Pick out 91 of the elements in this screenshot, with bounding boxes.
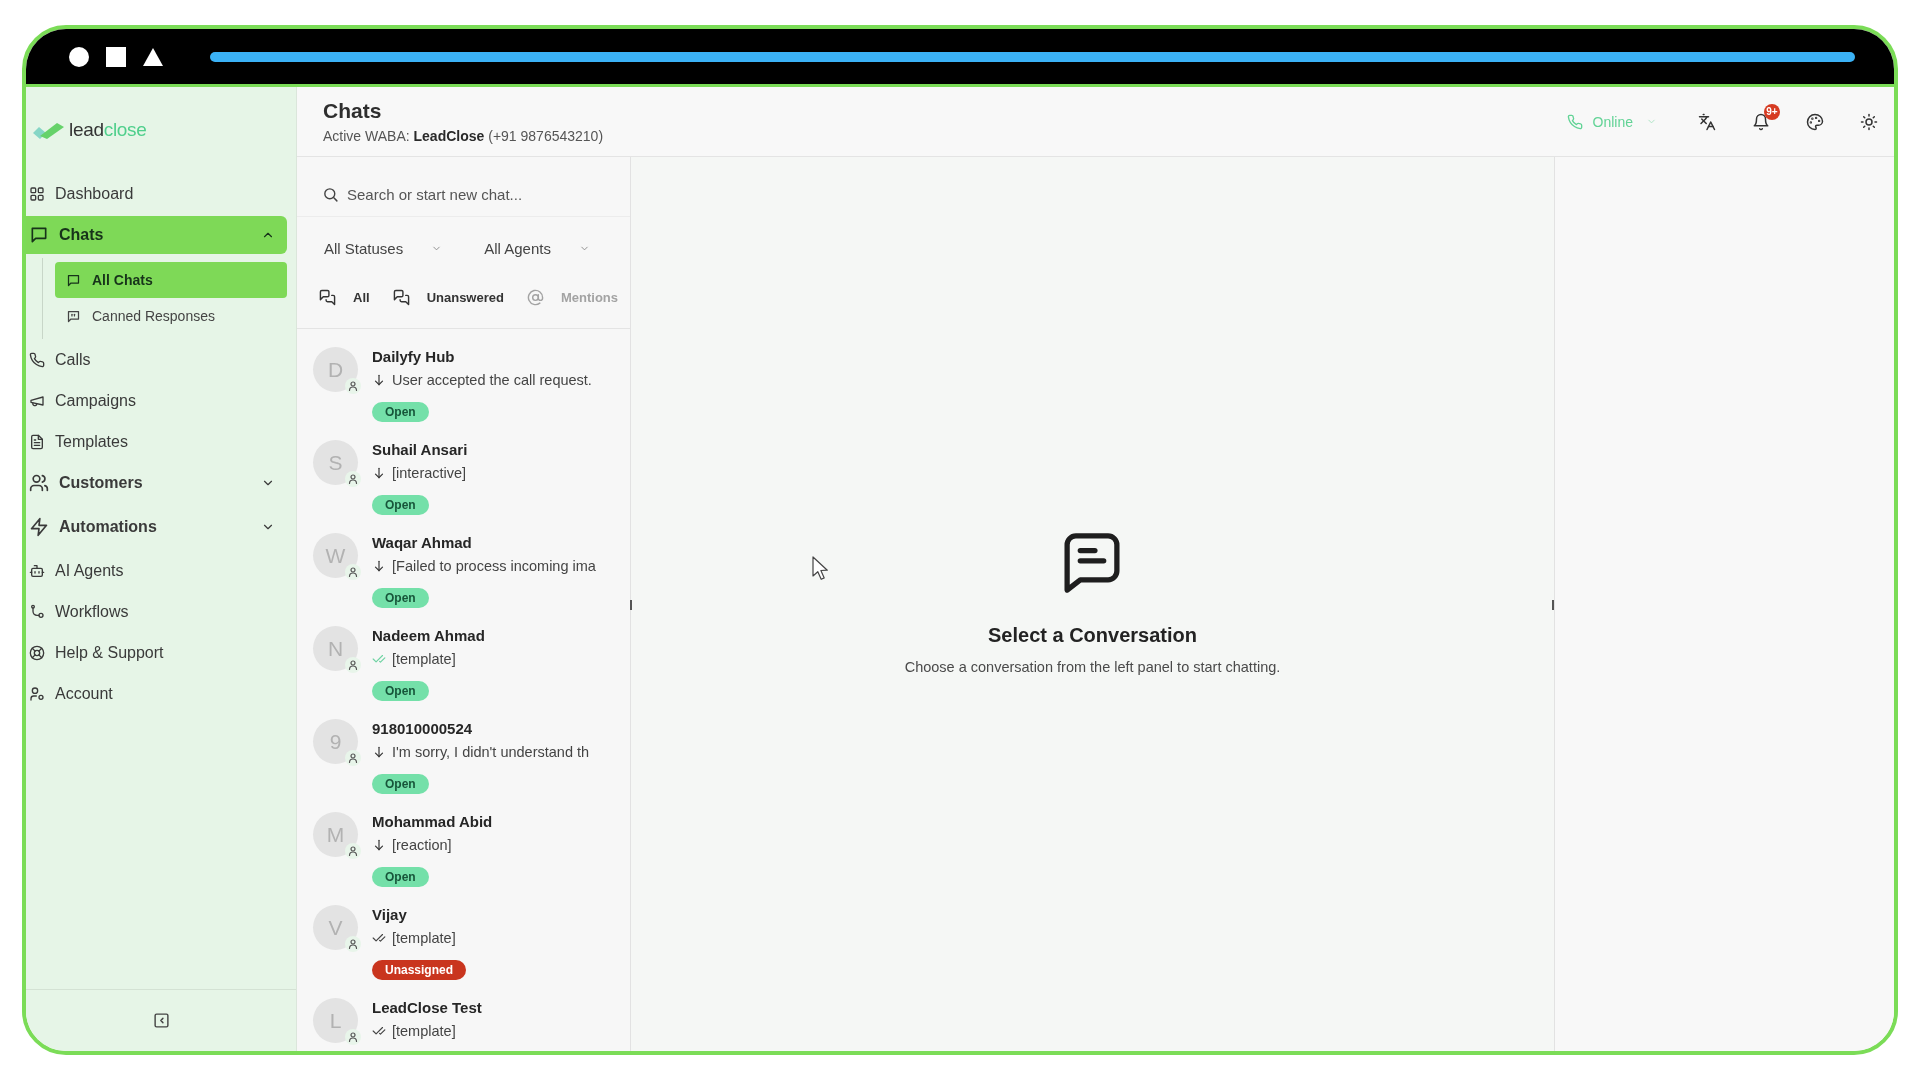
double-check-icon bbox=[372, 652, 386, 666]
nav-item[interactable]: Chats bbox=[26, 216, 287, 254]
chat-icon bbox=[1062, 532, 1123, 593]
contact-name: LeadClose Test bbox=[372, 998, 482, 1018]
message-preview: [reaction] bbox=[392, 836, 452, 855]
translate-icon[interactable] bbox=[1698, 112, 1716, 131]
grid-icon bbox=[29, 185, 45, 202]
filter-dropdown[interactable]: All Statuses bbox=[324, 239, 443, 257]
status-badge: Open bbox=[372, 867, 429, 887]
filter-tab[interactable]: Unanswered bbox=[392, 288, 504, 306]
message-preview: [Failed to process incoming ima bbox=[392, 557, 596, 576]
status-badge: Open bbox=[372, 402, 429, 422]
person-icon bbox=[345, 936, 361, 952]
robot-icon bbox=[29, 562, 45, 579]
phone-icon bbox=[29, 351, 45, 368]
message-preview: [interactive] bbox=[392, 464, 467, 483]
sun-icon[interactable] bbox=[1860, 112, 1878, 131]
arrow-down-icon bbox=[372, 373, 386, 387]
nav-subitem[interactable]: Canned Responses bbox=[55, 298, 287, 334]
resize-handle[interactable] bbox=[630, 600, 632, 610]
person-icon bbox=[345, 378, 361, 394]
nav-item[interactable]: Templates bbox=[26, 421, 287, 462]
contact-name: Dailyfy Hub bbox=[372, 347, 456, 367]
search-icon bbox=[322, 186, 339, 203]
contact-name: 918010000524 bbox=[372, 719, 474, 739]
empty-state-text: Choose a conversation from the left panel to start chatting. bbox=[904, 657, 1281, 676]
page-title: Chats bbox=[323, 97, 383, 124]
chat-icon bbox=[29, 225, 49, 245]
status-badge: Open bbox=[372, 495, 429, 515]
quote-bubble-icon bbox=[66, 308, 81, 324]
circle-icon bbox=[69, 46, 89, 67]
arrow-down-icon bbox=[372, 559, 386, 573]
nav-item[interactable]: Account bbox=[26, 673, 287, 714]
status-badge: Open bbox=[372, 681, 429, 701]
filter-tab[interactable]: All bbox=[319, 288, 370, 306]
nav-item[interactable]: Calls bbox=[26, 339, 287, 380]
double-check-icon bbox=[372, 931, 386, 945]
status-badge: Open bbox=[372, 588, 429, 608]
message-preview: I'm sorry, I didn't understand th bbox=[392, 743, 590, 762]
user-gear-icon bbox=[29, 685, 45, 702]
notification-badge: 9+ bbox=[1764, 103, 1780, 120]
nav-item[interactable]: Automations bbox=[26, 508, 287, 546]
collapse-icon[interactable] bbox=[152, 1012, 170, 1029]
person-icon bbox=[345, 471, 361, 487]
contact-name: Nadeem Ahmad bbox=[372, 626, 485, 646]
person-icon bbox=[345, 750, 361, 766]
logo-text: leadclose bbox=[69, 119, 147, 141]
status-badge: Open bbox=[372, 774, 429, 794]
contact-name: Mohammad Abid bbox=[372, 812, 493, 832]
empty-state-title: Select a Conversation bbox=[988, 623, 1197, 646]
arrow-down-icon bbox=[372, 466, 386, 480]
contact-name: Vijay bbox=[372, 905, 408, 925]
triangle-icon bbox=[143, 47, 163, 66]
resize-handle[interactable] bbox=[1552, 600, 1554, 610]
arrow-down-icon bbox=[372, 745, 386, 759]
workflow-icon bbox=[29, 603, 45, 620]
document-icon bbox=[29, 433, 45, 450]
at-sign-icon bbox=[526, 288, 544, 306]
nav-item[interactable]: Help & Support bbox=[26, 632, 287, 673]
person-icon bbox=[345, 1029, 361, 1045]
search-field[interactable]: Search or start new chat... bbox=[347, 180, 614, 209]
lightning-icon bbox=[29, 517, 49, 537]
person-icon bbox=[345, 843, 361, 859]
person-icon bbox=[345, 564, 361, 580]
cursor-icon bbox=[812, 556, 828, 581]
status-badge: Unassigned bbox=[372, 960, 466, 980]
contact-name: Waqar Ahmad bbox=[372, 533, 473, 553]
message-preview: User accepted the call request. bbox=[392, 371, 592, 390]
filter-dropdown[interactable]: All Agents bbox=[484, 239, 590, 257]
users-icon bbox=[29, 473, 49, 493]
contact-name: Suhail Ansari bbox=[372, 440, 468, 460]
waba-info: Active WABA: LeadClose (+91 9876543210) bbox=[323, 126, 604, 146]
chat-bubbles-icon bbox=[392, 288, 410, 306]
nav-subitem[interactable]: All Chats bbox=[55, 262, 287, 298]
message-preview: [template] bbox=[392, 929, 456, 948]
message-preview: [template] bbox=[392, 650, 456, 669]
nav-item[interactable]: Campaigns bbox=[26, 380, 287, 421]
nav-item[interactable]: AI Agents bbox=[26, 550, 287, 591]
double-check-icon bbox=[372, 1024, 386, 1038]
arrow-down-icon bbox=[372, 838, 386, 852]
person-icon bbox=[345, 657, 361, 673]
nav-item[interactable]: Workflows bbox=[26, 591, 287, 632]
nav-item[interactable]: Customers bbox=[26, 464, 287, 502]
chat-bubbles-icon bbox=[319, 288, 336, 306]
square-icon bbox=[106, 46, 126, 67]
palette-icon[interactable] bbox=[1806, 112, 1824, 131]
message-preview: [template] bbox=[392, 1022, 456, 1041]
nav-item[interactable]: Dashboard bbox=[26, 173, 287, 214]
lifebuoy-icon bbox=[29, 644, 45, 661]
phone-icon bbox=[1566, 113, 1583, 130]
chat-icon bbox=[66, 272, 81, 288]
